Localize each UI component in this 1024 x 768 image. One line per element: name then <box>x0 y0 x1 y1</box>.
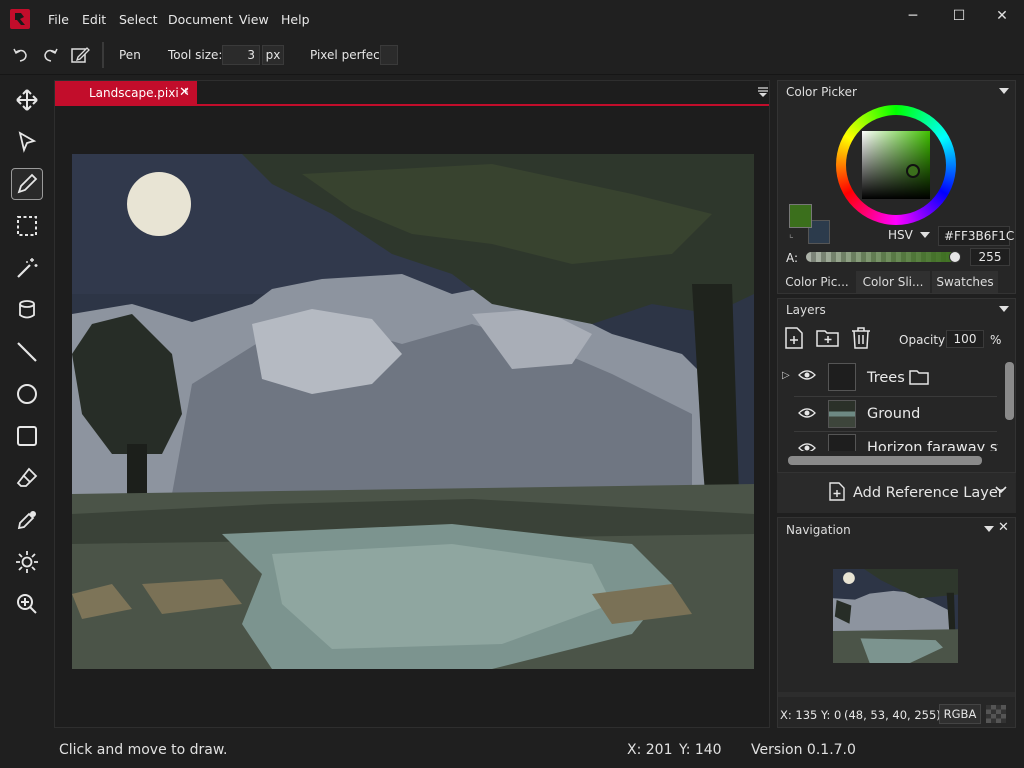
add-reference-layer-label: Add Reference Layer <box>853 485 1004 501</box>
tool-options-bar <box>0 38 1024 75</box>
current-tool-label: Pen <box>119 48 141 62</box>
menu-view[interactable]: View <box>239 12 269 27</box>
folder-icon <box>909 368 929 389</box>
visibility-eye-icon[interactable] <box>798 406 816 423</box>
redo-icon[interactable] <box>39 44 61 66</box>
opacity-input[interactable]: 100 <box>946 330 984 348</box>
new-folder-icon[interactable] <box>816 328 840 351</box>
pixel-rgba-value: (48, 53, 40, 255) <box>844 708 941 722</box>
maximize-button[interactable]: ☐ <box>944 8 974 28</box>
layer-name: Ground <box>867 406 921 422</box>
layers-vertical-scrollbar[interactable] <box>1005 362 1014 420</box>
navigation-preview[interactable] <box>833 569 958 663</box>
rectangle-select-icon[interactable] <box>12 211 42 241</box>
delete-layer-icon[interactable] <box>851 327 871 352</box>
move-tool-icon[interactable] <box>12 85 42 115</box>
navigation-separator <box>778 692 1015 697</box>
tool-size-label: Tool size: <box>168 48 223 62</box>
eyedropper-icon[interactable] <box>12 505 42 535</box>
tool-size-input[interactable]: 3 <box>222 45 260 65</box>
magic-wand-icon[interactable] <box>12 253 42 283</box>
moon-shape <box>127 172 191 236</box>
menu-file[interactable]: File <box>48 12 69 27</box>
tool-size-unit: px <box>262 45 284 65</box>
select-cursor-icon[interactable] <box>12 127 42 157</box>
status-y-coord: Y: 140 <box>679 742 722 758</box>
undo-icon[interactable] <box>10 44 32 66</box>
alpha-value-input[interactable]: 255 <box>970 248 1010 266</box>
close-window-button[interactable]: ✕ <box>987 8 1017 28</box>
opacity-unit: % <box>990 333 1002 347</box>
color-mode-dropdown-icon[interactable] <box>920 232 930 238</box>
menu-document[interactable]: Document <box>168 12 233 27</box>
saturation-value-square[interactable] <box>862 131 930 199</box>
alpha-slider-handle[interactable] <box>949 251 961 263</box>
layer-row-ground[interactable]: Ground <box>786 397 998 431</box>
line-tool-icon[interactable] <box>12 337 42 367</box>
app-logo-icon <box>10 9 30 29</box>
rgba-mode-button[interactable]: RGBA <box>939 704 981 724</box>
version-label: Version 0.1.7.0 <box>751 742 856 758</box>
toolbar-divider <box>102 42 104 68</box>
layer-thumbnail <box>828 363 856 391</box>
status-hint: Click and move to draw. <box>59 742 228 758</box>
ellipse-tool-icon[interactable] <box>12 379 42 409</box>
cursor-coords: X: 135 Y: 0 <box>780 708 842 722</box>
expand-chevron-icon[interactable]: ▷ <box>782 370 790 381</box>
visibility-eye-icon[interactable] <box>798 441 816 451</box>
navigation-dropdown-icon[interactable] <box>984 526 994 532</box>
layers-title: Layers <box>786 303 826 317</box>
chevron-down-icon[interactable] <box>995 484 1007 498</box>
bucket-fill-icon[interactable] <box>12 295 42 325</box>
pen-tool-icon[interactable] <box>11 168 43 200</box>
status-x-coord: X: 201 <box>627 742 673 758</box>
document-tab-title: Landscape.pixi * <box>89 86 189 100</box>
color-mode-select[interactable]: HSV <box>888 228 913 242</box>
menu-select[interactable]: Select <box>119 12 158 27</box>
tab-swatches[interactable]: Swatches <box>932 271 998 293</box>
swap-colors-icon[interactable]: ⌞ <box>789 229 794 240</box>
layer-row-trees[interactable]: ▷ Trees <box>782 361 998 395</box>
navigation-title: Navigation <box>786 523 851 537</box>
visibility-eye-icon[interactable] <box>798 368 816 385</box>
layer-thumbnail <box>828 434 856 451</box>
new-layer-icon[interactable] <box>784 327 804 352</box>
layer-name: Trees <box>867 370 905 386</box>
edit-icon[interactable] <box>69 44 91 66</box>
panel-dropdown-icon[interactable] <box>999 88 1009 94</box>
tab-overflow-icon[interactable] <box>757 86 769 101</box>
tab-color-picker[interactable]: Color Pic... <box>780 271 854 293</box>
opacity-label: Opacity <box>899 333 946 347</box>
rectangle-tool-icon[interactable] <box>12 421 42 451</box>
add-reference-layer-button[interactable]: Add Reference Layer <box>777 472 1016 513</box>
layers-horizontal-scrollbar[interactable] <box>788 456 982 465</box>
alpha-label: A: <box>786 251 799 265</box>
document-tab-underline <box>55 104 769 106</box>
hex-color-input[interactable]: #FF3B6F1C <box>938 226 1014 246</box>
zoom-icon[interactable] <box>12 589 42 619</box>
tab-color-sliders[interactable]: Color Sli... <box>856 271 930 293</box>
pixel-perfect-label: Pixel perfect <box>310 48 385 62</box>
color-picker-title: Color Picker <box>786 85 857 99</box>
pixel-perfect-checkbox[interactable] <box>380 45 398 65</box>
drawing-canvas[interactable] <box>72 154 754 669</box>
alpha-slider[interactable] <box>806 252 958 262</box>
layer-row-horizon[interactable]: Horizon faraway stu <box>786 432 998 451</box>
add-file-icon <box>829 482 845 504</box>
layers-dropdown-icon[interactable] <box>999 306 1009 312</box>
layer-name: Horizon faraway stu <box>867 440 998 451</box>
transparency-checker-icon[interactable] <box>986 705 1006 723</box>
document-tab[interactable]: Landscape.pixi * ✕ <box>55 81 197 105</box>
sv-picker-handle[interactable] <box>906 164 920 178</box>
menu-edit[interactable]: Edit <box>82 12 106 27</box>
close-tab-icon[interactable]: ✕ <box>179 85 190 100</box>
minimize-button[interactable]: ─ <box>898 8 928 28</box>
layer-thumbnail <box>828 400 856 428</box>
close-navigation-icon[interactable]: ✕ <box>998 520 1009 535</box>
primary-color-swatch[interactable] <box>789 204 812 228</box>
menu-help[interactable]: Help <box>281 12 310 27</box>
brightness-icon[interactable] <box>12 547 42 577</box>
eraser-icon[interactable] <box>12 463 42 493</box>
